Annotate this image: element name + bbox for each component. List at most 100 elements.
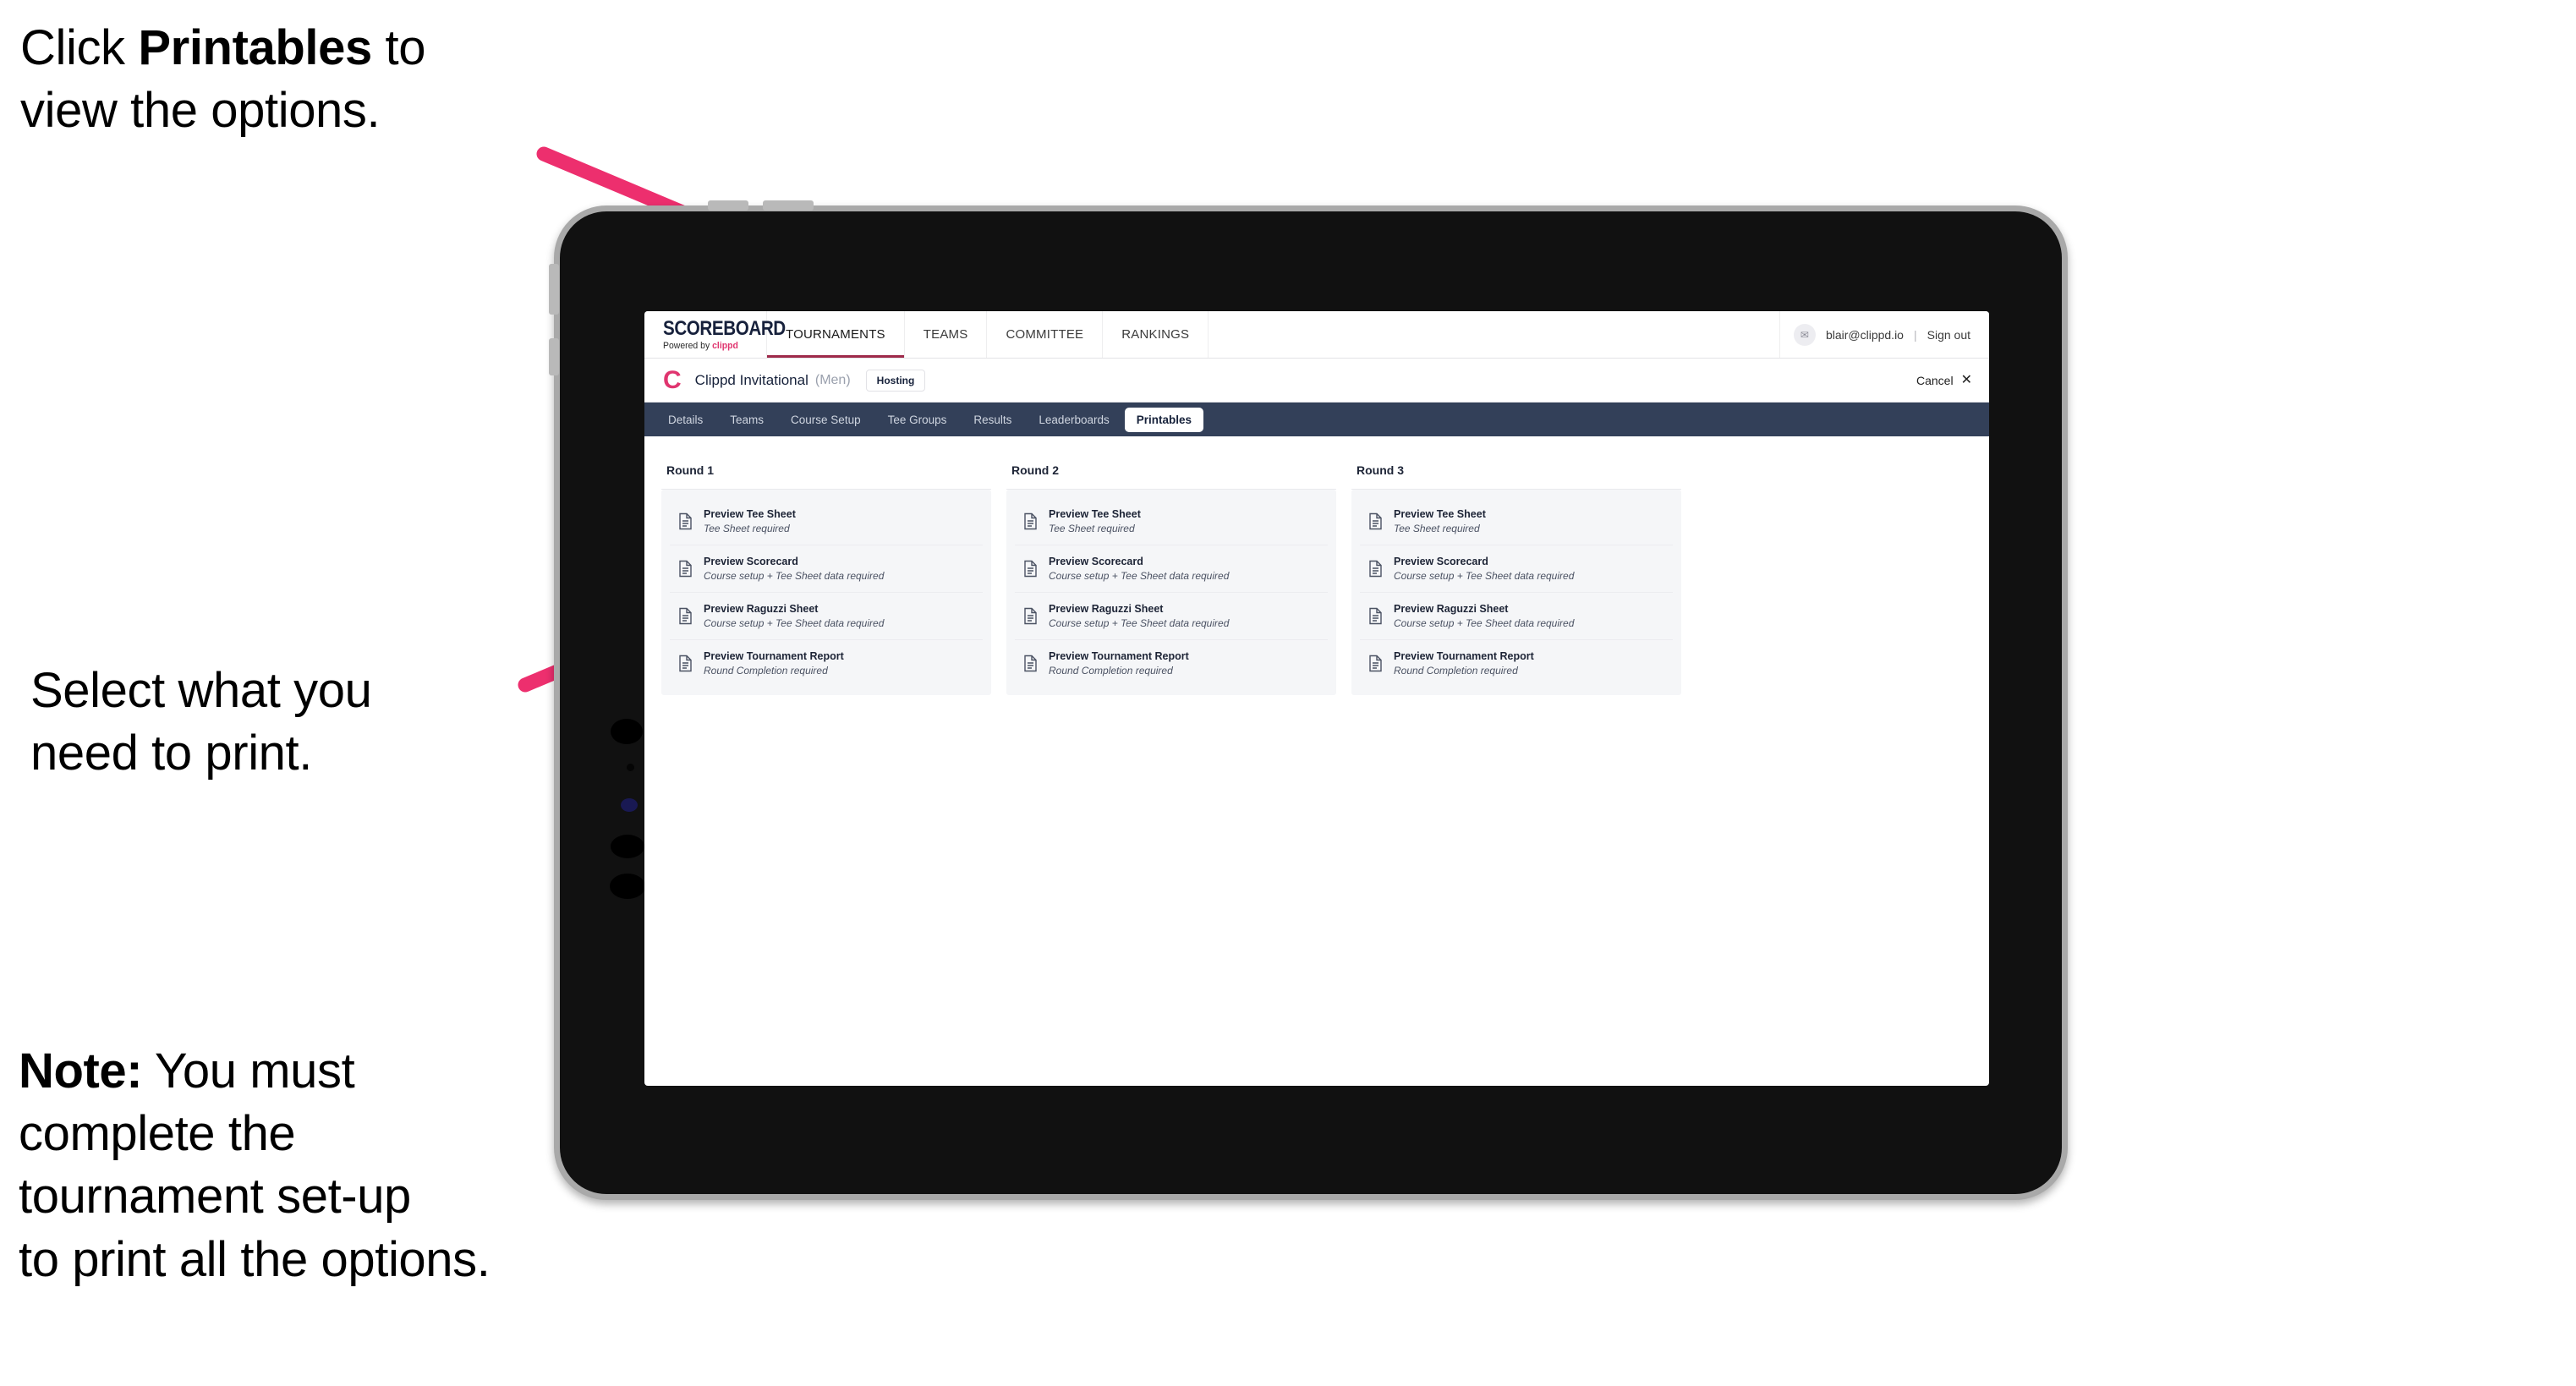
printable-text: Preview Scorecard Course setup + Tee She… xyxy=(1394,555,1574,583)
volume-down-button[interactable] xyxy=(763,200,814,211)
printable-subtitle: Round Completion required xyxy=(704,665,828,677)
sign-out-link[interactable]: Sign out xyxy=(1927,328,1970,342)
round-column-1: Round 1 Preview Tee Sheet Tee Sheet requ… xyxy=(661,455,991,696)
printable-tournament-report-r3[interactable]: Preview Tournament Report Round Completi… xyxy=(1360,640,1673,687)
power-button[interactable] xyxy=(549,264,559,315)
clippd-c-logo-icon: C xyxy=(663,365,682,394)
annotation-top-part1: Click xyxy=(20,20,139,75)
printable-subtitle: Tee Sheet required xyxy=(1394,522,1480,534)
printable-text: Preview Raguzzi Sheet Course setup + Tee… xyxy=(704,602,884,630)
document-icon xyxy=(1024,512,1037,530)
logo-wordmark: SCOREBOARD xyxy=(663,316,786,340)
printable-tournament-report-r1[interactable]: Preview Tournament Report Round Completi… xyxy=(670,640,983,687)
printable-text: Preview Tournament Report Round Completi… xyxy=(1049,649,1189,677)
printable-title: Preview Raguzzi Sheet xyxy=(1394,603,1509,616)
round-1-items: Preview Tee Sheet Tee Sheet required Pre… xyxy=(661,490,991,696)
printable-title: Preview Tournament Report xyxy=(704,650,844,663)
document-icon xyxy=(1369,512,1382,530)
printable-scorecard-r1[interactable]: Preview Scorecard Course setup + Tee She… xyxy=(670,545,983,594)
printable-raguzzi-sheet-r3[interactable]: Preview Raguzzi Sheet Course setup + Tee… xyxy=(1360,593,1673,641)
indicator-light xyxy=(621,798,638,812)
topnav-teams[interactable]: TEAMS xyxy=(905,311,988,358)
topnav-teams-label: TEAMS xyxy=(923,327,968,342)
printable-subtitle: Course setup + Tee Sheet data required xyxy=(1394,569,1575,582)
topnav-committee[interactable]: COMMITTEE xyxy=(987,311,1104,358)
printable-text: Preview Raguzzi Sheet Course setup + Tee… xyxy=(1049,602,1229,630)
printable-subtitle: Course setup + Tee Sheet data required xyxy=(1049,617,1230,629)
tab-leaderboards-label: Leaderboards xyxy=(1039,413,1110,426)
printable-title: Preview Scorecard xyxy=(1394,556,1488,568)
document-icon xyxy=(1369,607,1382,625)
document-icon xyxy=(1024,560,1037,578)
topnav-tournaments[interactable]: TOURNAMENTS xyxy=(767,311,905,358)
tab-results[interactable]: Results xyxy=(962,408,1023,432)
volume-up-button[interactable] xyxy=(708,200,748,211)
printable-title: Preview Tee Sheet xyxy=(1394,508,1486,520)
tab-details[interactable]: Details xyxy=(656,408,715,432)
round-3-items: Preview Tee Sheet Tee Sheet required Pre… xyxy=(1351,490,1681,696)
logo-powered-by: Powered by clippd xyxy=(663,341,761,351)
printable-subtitle: Course setup + Tee Sheet data required xyxy=(704,569,885,582)
printable-tee-sheet-r2[interactable]: Preview Tee Sheet Tee Sheet required xyxy=(1015,498,1328,546)
account-area: ✉ blair@clippd.io | Sign out xyxy=(1780,311,1989,358)
document-icon xyxy=(679,560,692,578)
document-icon xyxy=(679,607,692,625)
side-button[interactable] xyxy=(549,338,559,375)
tab-leaderboards[interactable]: Leaderboards xyxy=(1027,408,1121,432)
document-icon xyxy=(1024,607,1037,625)
printable-title: Preview Scorecard xyxy=(704,556,798,568)
topnav-rankings[interactable]: RANKINGS xyxy=(1103,311,1209,358)
printable-subtitle: Round Completion required xyxy=(1049,665,1173,677)
printable-scorecard-r3[interactable]: Preview Scorecard Course setup + Tee She… xyxy=(1360,545,1673,594)
topnav-tournaments-label: TOURNAMENTS xyxy=(786,327,885,342)
tab-printables[interactable]: Printables xyxy=(1124,407,1204,432)
sensor-dot xyxy=(627,764,634,771)
printable-tee-sheet-r3[interactable]: Preview Tee Sheet Tee Sheet required xyxy=(1360,498,1673,546)
printable-subtitle: Course setup + Tee Sheet data required xyxy=(704,617,885,629)
document-icon xyxy=(1024,655,1037,672)
document-icon xyxy=(1369,655,1382,672)
tab-course-setup[interactable]: Course Setup xyxy=(779,408,873,432)
topnav-spacer xyxy=(1209,311,1780,358)
tournament-name: Clippd Invitational xyxy=(694,371,808,388)
printable-tournament-report-r2[interactable]: Preview Tournament Report Round Completi… xyxy=(1015,640,1328,687)
printable-title: Preview Tee Sheet xyxy=(704,508,796,520)
tablet-device: SCOREBOARD Powered by clippd TOURNAMENTS… xyxy=(549,200,2068,1200)
cancel-label: Cancel xyxy=(1916,373,1954,387)
front-camera xyxy=(611,719,643,744)
printable-text: Preview Scorecard Course setup + Tee She… xyxy=(704,555,884,583)
round-column-2: Round 2 Preview Tee Sheet Tee Sheet requ… xyxy=(1006,455,1336,696)
printable-text: Preview Tournament Report Round Completi… xyxy=(704,649,844,677)
round-1-title: Round 1 xyxy=(661,455,991,490)
printable-tee-sheet-r1[interactable]: Preview Tee Sheet Tee Sheet required xyxy=(670,498,983,546)
annotation-note: Note: You must complete the tournament s… xyxy=(19,1040,491,1291)
tab-teams[interactable]: Teams xyxy=(718,408,776,432)
cancel-button[interactable]: Cancel ✕ xyxy=(1916,372,1972,387)
annotation-click-printables: Click Printables to view the options. xyxy=(20,17,426,142)
tab-printables-label: Printables xyxy=(1136,413,1192,426)
printable-scorecard-r2[interactable]: Preview Scorecard Course setup + Tee She… xyxy=(1015,545,1328,594)
app-header: SCOREBOARD Powered by clippd TOURNAMENTS… xyxy=(644,311,1989,359)
printable-subtitle: Course setup + Tee Sheet data required xyxy=(1049,569,1230,582)
tab-results-label: Results xyxy=(973,413,1012,426)
printable-title: Preview Tee Sheet xyxy=(1049,508,1141,520)
round-2-items: Preview Tee Sheet Tee Sheet required Pre… xyxy=(1006,490,1336,696)
topnav-rankings-label: RANKINGS xyxy=(1121,327,1190,342)
tab-teams-label: Teams xyxy=(730,413,765,426)
printable-title: Preview Scorecard xyxy=(1049,556,1143,568)
scoreboard-logo[interactable]: SCOREBOARD Powered by clippd xyxy=(644,311,786,358)
printable-raguzzi-sheet-r2[interactable]: Preview Raguzzi Sheet Course setup + Tee… xyxy=(1015,593,1328,641)
tab-details-label: Details xyxy=(668,413,704,426)
avatar[interactable]: ✉ xyxy=(1793,323,1816,346)
tournament-gender: (Men) xyxy=(814,372,851,387)
account-email: blair@clippd.io xyxy=(1825,327,1904,342)
tab-tee-groups[interactable]: Tee Groups xyxy=(876,408,959,432)
round-3-title: Round 3 xyxy=(1351,455,1681,490)
close-icon: ✕ xyxy=(1960,372,1972,387)
printable-raguzzi-sheet-r1[interactable]: Preview Raguzzi Sheet Course setup + Tee… xyxy=(670,593,983,641)
account-separator: | xyxy=(1913,327,1917,342)
annotation-select-print: Select what you need to print. xyxy=(30,663,372,781)
page-root: Click Printables to view the options. Se… xyxy=(0,0,2576,1386)
status-badge-hosting[interactable]: Hosting xyxy=(865,369,926,392)
printable-subtitle: Round Completion required xyxy=(1394,665,1518,677)
